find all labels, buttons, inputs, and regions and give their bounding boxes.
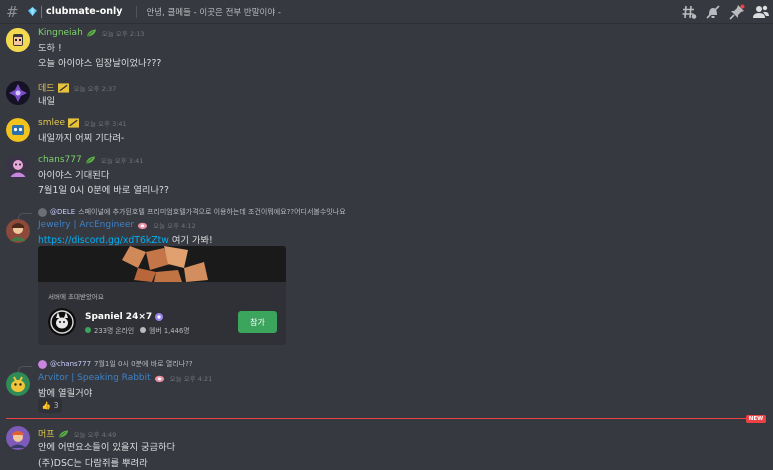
new-badge: NEW (746, 415, 766, 423)
member-count: 멤버 1,446명 (149, 327, 190, 335)
channel-header: # clubmate-only 안녕, 클메들 - 이곳은 전부 반말이야 - (0, 0, 773, 24)
avatar[interactable] (6, 28, 30, 52)
timestamp: 오늘 오후 4:12 (153, 222, 196, 230)
server-invite-embed: 서버에 초대받았어요 Spaniel 24×7 233명 온라인 멤버 1,44… (38, 246, 286, 345)
avatar-crest-icon (6, 81, 30, 105)
reply-preview[interactable]: @chans777 7월1일 0시 0분에 바로 열리나?? (38, 359, 193, 369)
reaction-count: 3 (53, 401, 59, 410)
thumbs-up-icon: 👍 (41, 401, 51, 410)
diamond-icon (28, 7, 37, 16)
reply-text: 7월1일 0시 0분에 바로 열리나?? (94, 360, 193, 368)
reply-avatar (38, 207, 47, 217)
reply-avatar (38, 359, 47, 369)
message-text: 내일 (38, 96, 56, 107)
dog-icon (48, 308, 76, 336)
message-text: 도하 ! (38, 43, 62, 54)
avatar[interactable] (6, 219, 30, 243)
server-banner (38, 246, 286, 282)
topic-divider (136, 5, 138, 18)
leaf-badge-icon (85, 156, 95, 164)
username[interactable]: Arvitor | Speaking Rabbit (38, 373, 151, 383)
online-count: 233명 온라인 (94, 327, 135, 335)
username[interactable]: chans777 (38, 155, 82, 165)
avatar-character-icon (6, 219, 30, 243)
members-dot-icon (140, 327, 147, 333)
boost-badge-icon (57, 82, 69, 93)
timestamp: 오늘 오후 3:41 (84, 120, 127, 128)
rabbit-badge-icon (137, 222, 148, 230)
message-text: 아이야스 기대된다 (38, 170, 110, 181)
avatar[interactable] (6, 118, 30, 142)
pin-icon[interactable] (729, 4, 745, 20)
join-server-button[interactable]: 참가 (238, 311, 277, 333)
username[interactable]: smlee (38, 118, 65, 128)
avatar[interactable] (6, 426, 30, 450)
username[interactable]: Jewelry | ArcEngineer (38, 220, 134, 230)
channel-title: clubmate-only (46, 6, 123, 17)
reply-preview[interactable]: @DELE 스페이널에 추가된호텔 프리미엄호텔가격으로 이용하는데 조건이뭐에… (38, 207, 346, 217)
title-divider (41, 5, 42, 18)
message-text: 오늘 아이야스 입장날이었나??? (38, 58, 162, 69)
reply-text: 스페이널에 추가된호텔 프리미엄호텔가격으로 이용하는데 조건이뭐에요??어디서… (78, 208, 346, 216)
avatar-character-icon (6, 155, 30, 179)
members-icon[interactable] (753, 4, 769, 20)
server-icon[interactable] (48, 308, 76, 336)
reply-mention[interactable]: @DELE (50, 208, 75, 216)
hashtag-icon: # (6, 2, 19, 21)
reaction-thumbs-up[interactable]: 👍 3 (38, 398, 62, 413)
invite-link[interactable]: https://discord.gg/xdT6kZtw (38, 235, 169, 246)
link-suffix-text: 여기 가봐! (168, 235, 213, 246)
message-text: (주)DSC는 다람쥐를 뿌려라 (38, 458, 148, 469)
server-stats: 233명 온라인 멤버 1,446명 (85, 325, 190, 335)
timestamp: 오늘 오후 3:41 (100, 157, 144, 165)
timestamp: 오늘 오후 4:21 (169, 375, 213, 383)
rabbit-badge-icon (154, 375, 164, 383)
avatar[interactable] (6, 81, 30, 105)
message-text: 밤에 열릴거야 (38, 388, 93, 399)
avatar-robot-icon (6, 118, 30, 142)
server-name-text: Spaniel 24×7 (85, 312, 153, 322)
new-messages-divider (6, 418, 758, 419)
channel-topic[interactable]: 안녕, 클메들 - 이곳은 전부 반말이야 - (146, 6, 281, 18)
leaf-badge-icon (58, 429, 68, 438)
banner-art-icon (38, 246, 286, 282)
avatar-face-icon (6, 28, 30, 52)
reply-mention[interactable]: @chans777 (50, 360, 91, 368)
message-text: https://discord.gg/xdT6kZtw 여기 가봐! (38, 232, 213, 246)
avatar-character-icon (6, 426, 30, 450)
boost-badge-icon (68, 118, 80, 128)
avatar[interactable] (6, 155, 30, 179)
leaf-badge-icon (86, 29, 96, 37)
timestamp: 오늘 오후 2:13 (101, 30, 145, 38)
threads-icon[interactable] (681, 4, 697, 20)
message-text: 내일까지 어찌 기다려- (38, 133, 125, 144)
timestamp: 오늘 오후 4:49 (73, 430, 117, 439)
message-text: 7월1일 0시 0분에 바로 열리나?? (38, 185, 169, 196)
avatar[interactable] (6, 372, 30, 396)
server-name[interactable]: Spaniel 24×7 (85, 312, 164, 322)
timestamp: 오늘 오후 2:37 (73, 84, 117, 93)
avatar-character-icon (6, 372, 30, 396)
online-dot-icon (85, 327, 91, 333)
partner-badge-icon (155, 313, 164, 321)
invite-heading: 서버에 초대받았어요 (48, 293, 104, 301)
message-text: 안에 어떤요소들이 있을지 궁금하다 (38, 442, 176, 453)
username[interactable]: Kingneiah (38, 28, 83, 38)
notification-bell-muted-icon[interactable] (705, 4, 721, 20)
